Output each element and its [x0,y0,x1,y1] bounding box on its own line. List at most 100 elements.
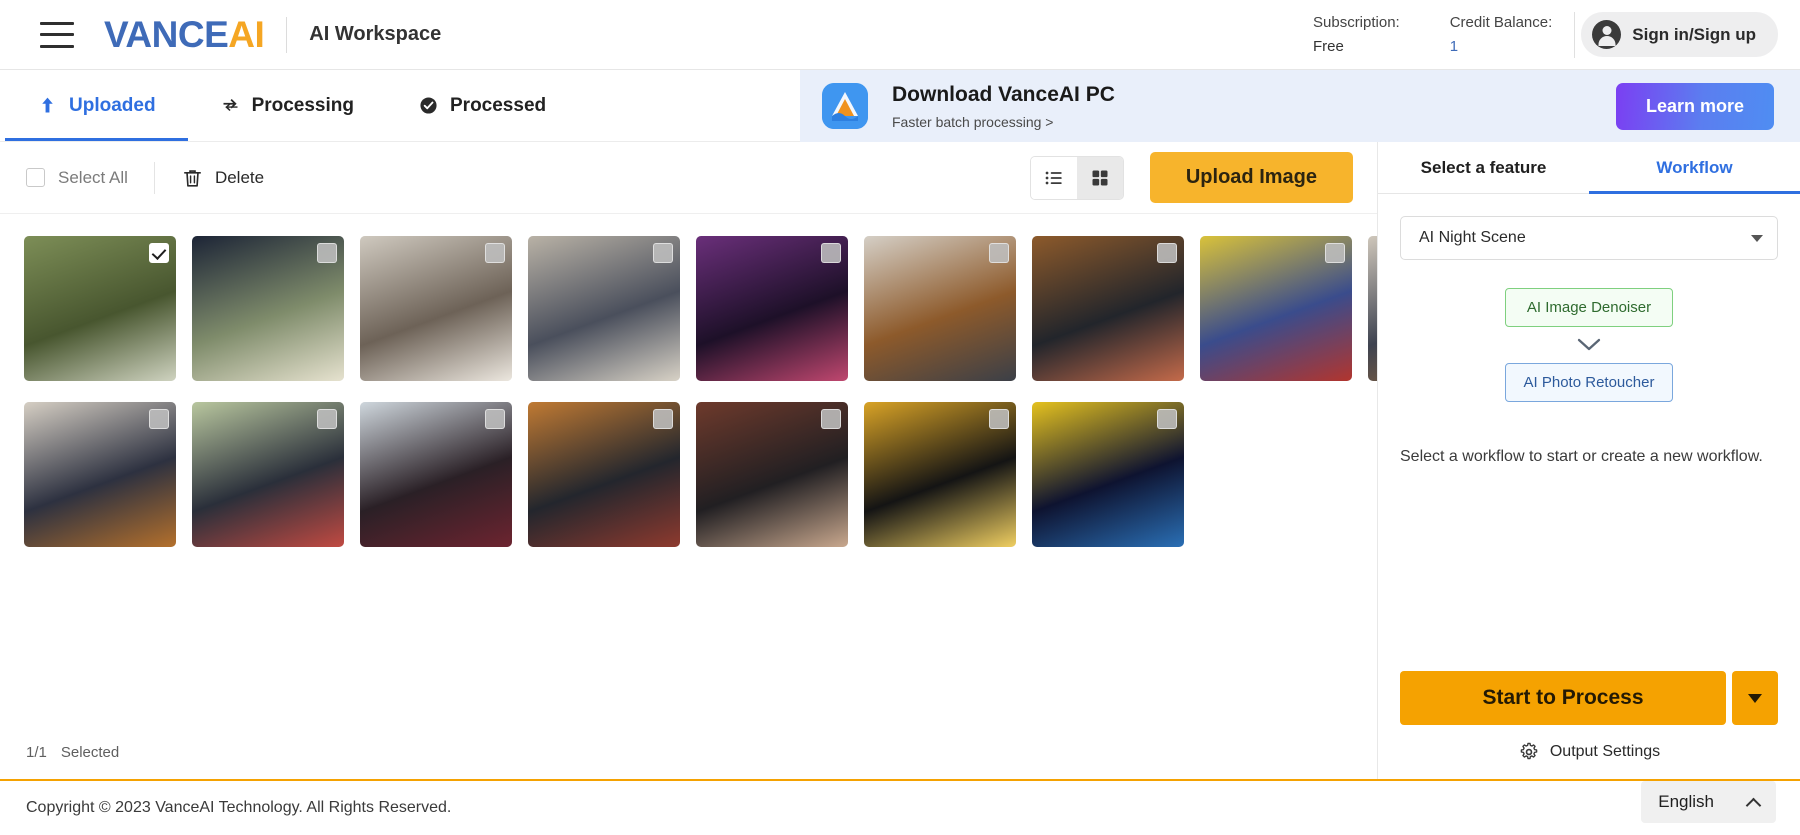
workflow-node-denoiser[interactable]: AI Image Denoiser [1505,288,1673,327]
thumbnail-two-students-portrait[interactable] [360,402,512,547]
tab-processing[interactable]: Processing [188,70,386,141]
thumbnail-checkbox[interactable] [653,243,673,263]
thumbnail-checkbox[interactable] [821,243,841,263]
panel-body: AI Night Scene AI Image Denoiser AI Phot… [1378,194,1800,671]
thumbnail-checkbox[interactable] [989,243,1009,263]
thumbnail-golden-dragon-statue[interactable] [864,402,1016,547]
thumbnail-friends-brick-wall[interactable] [696,402,848,547]
account-meta-group: Subscription: Free Credit Balance: 1 [1313,11,1552,58]
thumbnail-image [1368,236,1377,381]
workflow-select[interactable]: AI Night Scene [1400,216,1778,260]
thumbnail-graduation-ceremony[interactable] [1032,236,1184,381]
tab-select-a-feature[interactable]: Select a feature [1378,142,1589,193]
trash-icon [183,169,201,187]
app-body: Select All Delete Upload Image 1/1 Selec… [0,142,1800,779]
check-circle-icon [420,97,437,114]
delete-button[interactable]: Delete [181,166,264,190]
select-all-control[interactable]: Select All [26,168,128,188]
panel-footer: Start to Process Output Settings [1378,671,1800,779]
grid-view-button[interactable] [1076,156,1123,199]
promo-subtitle[interactable]: Faster batch processing > [892,114,1616,130]
thumbnail-checkbox-checked[interactable] [149,243,169,263]
subscription-block: Subscription: Free [1313,11,1400,58]
panel-tabs: Select a feature Workflow [1378,142,1800,194]
thumbnail-checkbox[interactable] [653,409,673,429]
thumbnail-outdoor-table-pair[interactable] [192,402,344,547]
tab-workflow[interactable]: Workflow [1589,142,1800,194]
selection-status-bar: 1/1 Selected [0,725,1377,779]
thumbnail-checkbox[interactable] [317,409,337,429]
list-view-icon [1045,171,1062,184]
grid-view-icon [1092,170,1108,185]
toolbar-divider [153,161,155,194]
process-button-row: Start to Process [1400,671,1778,725]
thumbnail-group-conversation-lobby[interactable] [1368,236,1377,381]
feature-panel: Select a feature Workflow AI Night Scene… [1378,142,1800,779]
thumbnail-checkbox[interactable] [989,409,1009,429]
upload-arrow-icon [42,97,53,113]
tab-select-a-feature-label: Select a feature [1420,157,1547,177]
workflow-flow: AI Image Denoiser AI Photo Retoucher [1400,288,1778,402]
workspace-title: AI Workspace [309,23,442,45]
tab-bar-row: Uploaded Processing Processed Download V… [0,70,1800,142]
workflow-node-retoucher-label: AI Photo Retoucher [1523,374,1655,391]
workflow-node-denoiser-label: AI Image Denoiser [1526,299,1652,316]
thumbnail-checkbox[interactable] [1157,243,1177,263]
thumbnail-checkbox[interactable] [317,243,337,263]
thumbnail-grid-scroll[interactable] [0,214,1377,725]
subscription-label: Subscription: [1313,14,1400,32]
process-options-button[interactable] [1732,671,1778,725]
workflow-hint: Select a workflow to start or create a n… [1400,448,1763,465]
selection-label: Selected [60,743,120,761]
select-all-checkbox[interactable] [26,168,45,187]
thumbnail-yoga-in-park[interactable] [24,236,176,381]
vanceai-logo[interactable]: VANCE AI [104,14,265,55]
view-mode-toggle [1029,155,1124,200]
thumbnail-students-hallway-chat[interactable] [864,236,1016,381]
workflow-node-retoucher[interactable]: AI Photo Retoucher [1504,363,1674,402]
thumbnail-lecture-hall-discussion[interactable] [528,236,680,381]
tab-uploaded[interactable]: Uploaded [5,70,188,141]
thumbnail-checkbox[interactable] [485,409,505,429]
hamburger-menu-icon[interactable] [40,21,74,48]
thumbnail-checkbox[interactable] [485,243,505,263]
chevron-up-icon [1745,797,1762,813]
thumbnail-concert-crowd-purple[interactable] [696,236,848,381]
app-root: VANCE AI AI Workspace Subscription: Free … [0,0,1800,835]
tab-processed[interactable]: Processed [386,70,578,141]
upload-image-button[interactable]: Upload Image [1149,152,1353,203]
header-divider [286,16,288,53]
sign-in-button[interactable]: Sign in/Sign up [1581,12,1778,57]
language-label: English [1658,792,1714,811]
thumbnail-stained-glass-madonna[interactable] [1032,402,1184,547]
chevron-down-icon [1751,234,1763,242]
thumbnail-woman-red-top-flowers[interactable] [1200,236,1352,381]
gallery-toolbar: Select All Delete Upload Image [0,142,1377,214]
tab-processing-label: Processing [251,94,354,116]
thumbnail-checkbox[interactable] [821,409,841,429]
logo-text-primary: VANCE [104,14,229,55]
thumbnail-man-by-tree-portrait[interactable] [192,236,344,381]
promo-banner: Download VanceAI PC Faster batch process… [800,70,1800,142]
thumbnail-checkbox[interactable] [1157,409,1177,429]
chevron-down-icon [1577,338,1601,351]
credit-balance-value[interactable]: 1 [1450,35,1553,58]
credit-balance-block: Credit Balance: 1 [1450,11,1553,58]
header-divider-2 [1574,11,1576,58]
tab-uploaded-label: Uploaded [69,94,156,116]
vanceai-app-icon [822,83,868,129]
start-to-process-button[interactable]: Start to Process [1400,671,1726,725]
thumbnail-checkbox[interactable] [149,409,169,429]
app-header: VANCE AI AI Workspace Subscription: Free … [0,0,1800,70]
list-view-button[interactable] [1030,156,1077,199]
thumbnail-classroom-group[interactable] [360,236,512,381]
language-selector[interactable]: English [1641,781,1776,823]
learn-more-button[interactable]: Learn more [1615,82,1774,130]
output-settings-button[interactable]: Output Settings [1400,741,1778,763]
caret-down-icon [1748,693,1762,703]
thumbnail-checkbox[interactable] [1325,243,1345,263]
thumbnail-grid [24,236,1377,547]
thumbnail-students-orange-dress[interactable] [24,402,176,547]
thumbnail-graduates-autumn-leaves[interactable] [528,402,680,547]
credit-balance-label: Credit Balance: [1449,14,1553,32]
